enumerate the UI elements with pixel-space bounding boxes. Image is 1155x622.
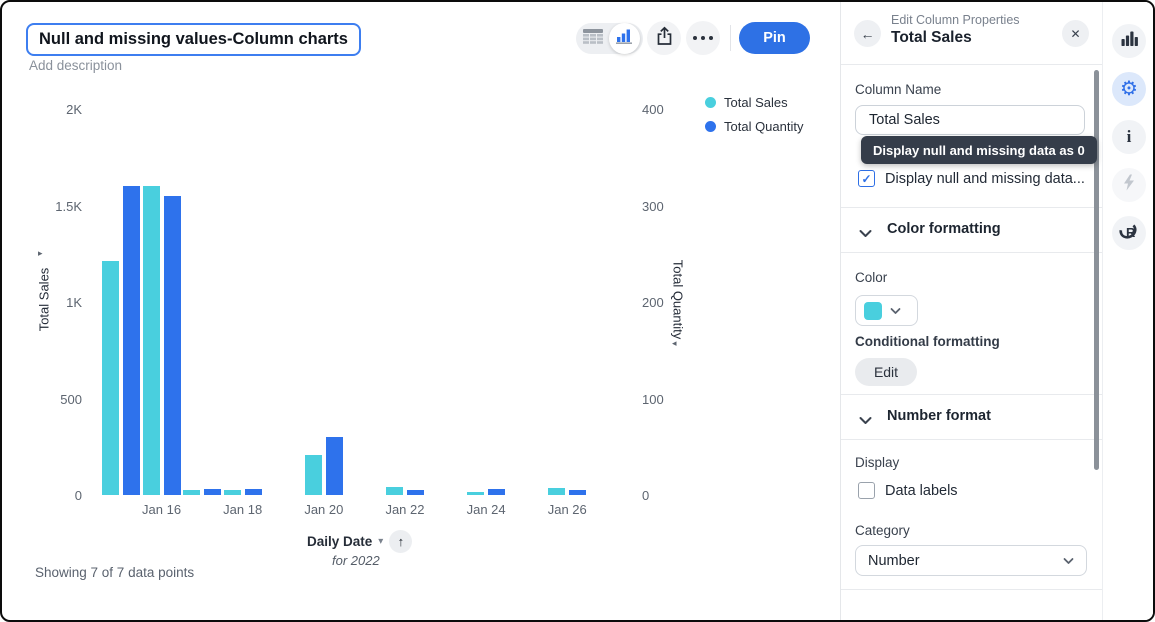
gear-icon: ⚙	[1120, 79, 1138, 99]
legend-dot-blue	[705, 121, 716, 132]
bar-total-quantity[interactable]	[326, 437, 343, 495]
bar-total-sales[interactable]	[183, 490, 200, 495]
bar-total-quantity[interactable]	[164, 196, 181, 495]
legend-dot-cyan	[705, 97, 716, 108]
left-axis-arrow-icon[interactable]: ▸	[38, 248, 43, 259]
category-value: Number	[868, 553, 920, 569]
bar-total-sales[interactable]	[305, 455, 322, 495]
bar-total-sales[interactable]	[143, 186, 160, 495]
edit-column-properties-panel: ← Edit Column Properties Total Sales ✕ C…	[840, 2, 1102, 622]
close-button[interactable]: ✕	[1062, 20, 1089, 47]
panel-scrollbar[interactable]	[1094, 70, 1099, 470]
color-formatting-section-header[interactable]: Color formatting	[887, 221, 1001, 237]
x-axis-field-button[interactable]: Daily Date	[307, 534, 372, 549]
legend-item-total-quantity[interactable]: Total Quantity	[705, 119, 804, 134]
null-data-checkbox-label[interactable]: Display null and missing data...	[885, 171, 1085, 187]
bar-total-quantity[interactable]	[245, 489, 262, 495]
color-label: Color	[855, 270, 887, 285]
info-icon: i	[1127, 127, 1132, 147]
divider	[841, 589, 1102, 590]
right-axis-arrow-icon[interactable]: ◂	[672, 338, 677, 349]
right-axis-title[interactable]: Total Quantity	[671, 252, 686, 348]
panel-subtitle: Edit Column Properties	[891, 13, 1020, 27]
tooltip: Display null and missing data as 0	[861, 136, 1097, 164]
left-axis-tick: 0	[22, 488, 82, 503]
bar-total-sales[interactable]	[224, 490, 241, 495]
formula-panel-button[interactable]: R	[1112, 216, 1146, 250]
right-icon-rail: ⚙ i R	[1102, 2, 1155, 622]
number-format-section-header[interactable]: Number format	[887, 408, 991, 424]
bar-total-sales[interactable]	[386, 487, 403, 495]
chevron-down-icon[interactable]	[859, 412, 872, 430]
lightning-icon	[1122, 174, 1136, 196]
conditional-formatting-label: Conditional formatting	[855, 334, 1000, 349]
color-swatch	[864, 302, 882, 320]
chevron-down-icon[interactable]: ▾	[378, 536, 383, 547]
x-axis-tick: Jan 18	[211, 502, 275, 517]
bar-total-quantity[interactable]	[488, 489, 505, 495]
actions-panel-button[interactable]	[1112, 168, 1146, 202]
left-axis-title[interactable]: Total Sales	[37, 262, 52, 338]
x-axis-tick: Jan 26	[535, 502, 599, 517]
back-button[interactable]: ←	[854, 20, 881, 47]
left-axis-tick: 500	[22, 392, 82, 407]
column-name-label: Column Name	[855, 82, 941, 97]
x-axis-tick: Jan 22	[373, 502, 437, 517]
chevron-down-icon[interactable]	[859, 225, 872, 243]
data-points-status: Showing 7 of 7 data points	[35, 565, 194, 580]
null-data-checkbox[interactable]: ✓	[858, 170, 875, 187]
category-label: Category	[855, 523, 910, 538]
data-labels-checkbox[interactable]	[858, 482, 875, 499]
panel-title: Total Sales	[891, 29, 1020, 47]
legend-label: Total Sales	[724, 95, 788, 110]
bar-total-sales[interactable]	[548, 488, 565, 495]
svg-text:R: R	[1126, 225, 1136, 240]
settings-panel-button[interactable]: ⚙	[1112, 72, 1146, 106]
chart-legend: Total Sales Total Quantity	[705, 95, 804, 134]
legend-label: Total Quantity	[724, 119, 804, 134]
bar-total-quantity[interactable]	[569, 490, 586, 495]
bar-total-quantity[interactable]	[204, 489, 221, 495]
bar-total-sales[interactable]	[467, 492, 484, 495]
divider	[841, 394, 1102, 395]
sort-ascending-button[interactable]: ↑	[389, 530, 412, 553]
data-labels-checkbox-label[interactable]: Data labels	[885, 483, 958, 499]
display-label: Display	[855, 455, 899, 470]
bar-chart-icon	[1121, 31, 1138, 51]
element-panel-button[interactable]	[1112, 24, 1146, 58]
x-axis-control: Daily Date ▾ ↑	[307, 530, 412, 553]
bar-total-quantity[interactable]	[407, 490, 424, 495]
right-axis-tick: 400	[642, 102, 664, 117]
conditional-formatting-edit-button[interactable]: Edit	[855, 358, 917, 386]
bar-total-sales[interactable]	[102, 261, 119, 495]
left-axis-tick: 1.5K	[22, 199, 82, 214]
right-axis-tick: 100	[642, 392, 664, 407]
color-dropdown[interactable]	[855, 295, 918, 326]
left-axis-tick: 2K	[22, 102, 82, 117]
x-axis-tick: Jan 16	[130, 502, 194, 517]
right-axis-tick: 0	[642, 488, 649, 503]
legend-item-total-sales[interactable]: Total Sales	[705, 95, 804, 110]
divider	[841, 207, 1102, 208]
column-name-input[interactable]: Total Sales	[855, 105, 1085, 135]
info-panel-button[interactable]: i	[1112, 120, 1146, 154]
x-axis-tick: Jan 20	[292, 502, 356, 517]
chevron-down-icon	[890, 302, 901, 320]
app-window: Null and missing values-Column charts Ad…	[0, 0, 1155, 622]
right-axis-tick: 300	[642, 199, 664, 214]
chevron-down-icon	[1063, 553, 1074, 569]
divider	[841, 64, 1102, 65]
x-axis-tick: Jan 24	[454, 502, 518, 517]
category-dropdown[interactable]: Number	[855, 545, 1087, 576]
bar-total-quantity[interactable]	[123, 186, 140, 495]
x-axis-filter-note: for 2022	[332, 553, 380, 568]
right-axis-tick: 200	[642, 295, 664, 310]
left-axis-tick: 1K	[22, 295, 82, 310]
r-logo-icon: R	[1119, 222, 1140, 245]
divider	[841, 252, 1102, 253]
divider	[841, 439, 1102, 440]
